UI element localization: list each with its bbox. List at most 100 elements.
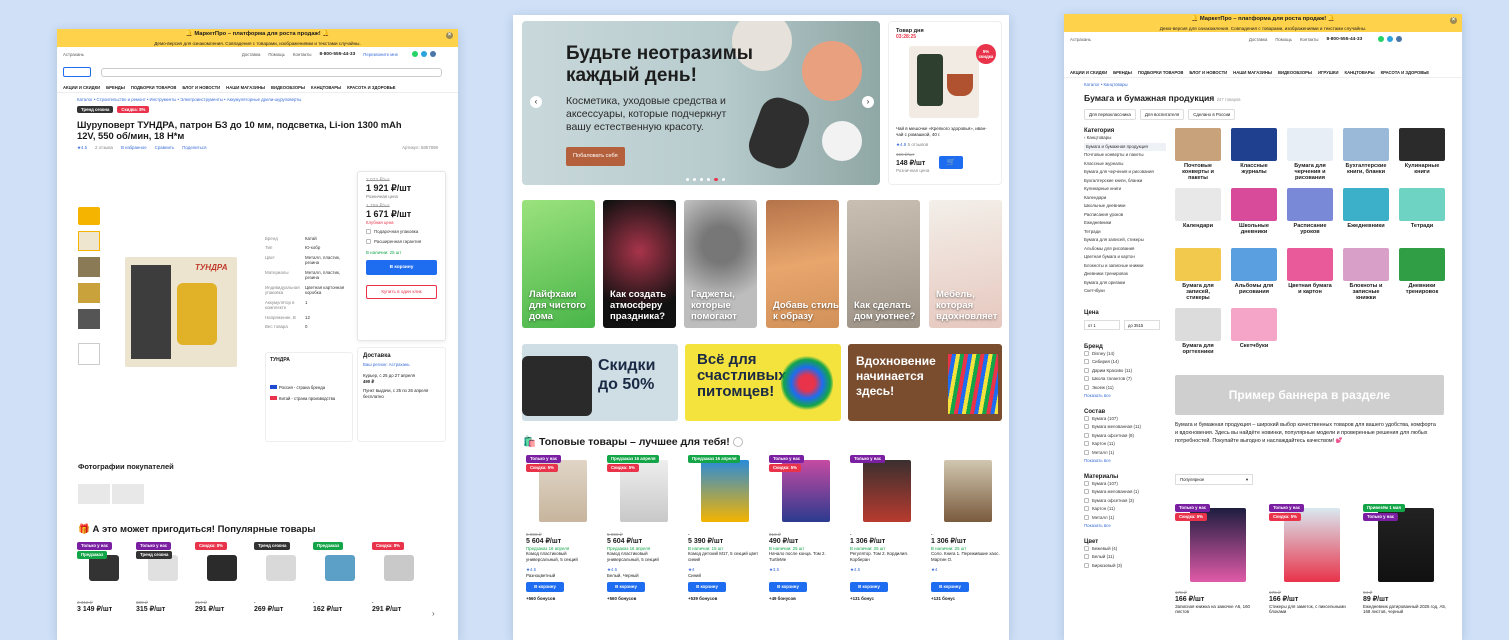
product-card[interactable]: 1 306 ₽/шт В наличии: 25 шт Соло. Книга 1.…	[931, 455, 1005, 601]
carousel-dot[interactable]	[686, 178, 689, 181]
product-card[interactable]: Только у нас 1 306 ₽/шт В наличии: 25 шт Р…	[850, 455, 924, 601]
telegram-icon[interactable]	[421, 51, 428, 57]
delivery-region[interactable]: Ваш регион: Астрахань	[363, 362, 440, 368]
sidebar-item[interactable]: Бумага для черчения и рисования	[1084, 168, 1166, 177]
checkbox[interactable]	[1084, 489, 1089, 495]
deal-product-name[interactable]: Чай в мешочке «Крепкого здоровья», иван-…	[896, 126, 992, 137]
close-icon[interactable]: ×	[446, 32, 453, 39]
category-tile[interactable]: Тетради	[1399, 188, 1445, 229]
product-card[interactable]: Предзаказ 162 ₽/шт	[313, 542, 367, 614]
chevron-right-icon[interactable]: ›	[432, 609, 435, 618]
product-name[interactable]: Соло. Книга 1. Пережившие хаос. Мартин О…	[931, 551, 1005, 567]
nav-item[interactable]: КАНЦТОВАРЫ	[311, 85, 341, 90]
sidebar-item[interactable]: Цветная бумага и картон	[1084, 253, 1166, 262]
category-tile[interactable]: Цветная бумага и картон	[1287, 248, 1333, 295]
checkbox[interactable]	[1084, 480, 1089, 486]
filter-option[interactable]: Металл (1)	[1084, 449, 1166, 458]
header-link[interactable]: Доставка	[1249, 37, 1267, 42]
filter-option[interactable]: Бумага офсетная (3)	[1084, 497, 1166, 506]
checkbox[interactable]	[1084, 562, 1089, 568]
product-main-image[interactable]: ТУНДРА	[125, 257, 237, 367]
category-tile[interactable]: Альбомы для рисования	[1231, 248, 1277, 295]
product-name[interactable]: Регулятор. Том 2. Кордилия. Корберан	[850, 551, 924, 567]
video-thumbnail[interactable]	[78, 207, 100, 225]
product-name[interactable]: Комод пластиковый универсальный, 5 секци…	[526, 551, 600, 567]
filter-option[interactable]: Бумага мелованная (1)	[1084, 488, 1166, 497]
filter-chip[interactable]: Для воспитателя	[1139, 109, 1185, 120]
close-icon[interactable]: ×	[1450, 17, 1457, 24]
customer-photo[interactable]	[112, 484, 144, 504]
filter-option[interactable]: Бумага мелованная (11)	[1084, 423, 1166, 432]
product-name[interactable]: Комод пластиковый универсальный, 5 секци…	[607, 551, 681, 567]
blog-tile[interactable]: Как сделать дом уютнее?	[847, 200, 920, 328]
checkbox[interactable]	[1084, 415, 1089, 421]
breadcrumb[interactable]: Каталог • Канцтовары	[1064, 78, 1462, 91]
filter-option[interactable]: Дарим Красиво (11)	[1084, 367, 1166, 376]
buy-one-click-button[interactable]: Купить в один клик	[366, 285, 437, 299]
blog-tile[interactable]: Лайфхаки для чистого дома	[522, 200, 595, 328]
nav-item[interactable]: ИГРУШКИ	[1318, 70, 1339, 75]
filter-option[interactable]: Белый (11)	[1084, 553, 1166, 562]
checkbox[interactable]	[1084, 384, 1089, 390]
checkbox[interactable]	[1084, 441, 1089, 447]
price-to-input[interactable]: до 3515	[1124, 319, 1160, 330]
header-link[interactable]: Контакты	[293, 52, 312, 57]
carousel-dot[interactable]	[707, 178, 710, 181]
promo-banner-sale[interactable]: Скидки до 50%	[522, 344, 678, 421]
nav-item[interactable]: ПОДБОРКИ ТОВАРОВ	[131, 85, 177, 90]
add-to-cart-button[interactable]: В корзину	[607, 581, 645, 592]
city-selector[interactable]: Астрахань	[1070, 37, 1091, 42]
option-warranty[interactable]: Расширенная гарантия	[366, 239, 437, 245]
filter-option[interactable]: Disney (14)	[1084, 350, 1166, 359]
sidebar-item[interactable]: Тетради	[1084, 228, 1166, 237]
filter-option[interactable]: Бирюзовый (3)	[1084, 562, 1166, 571]
sidebar-item[interactable]: Бумага для оригами	[1084, 279, 1166, 288]
blog-tile[interactable]: Гаджеты, которые помогают	[684, 200, 757, 328]
filter-option[interactable]: Бежевый (4)	[1084, 545, 1166, 554]
checkbox[interactable]	[1084, 497, 1089, 503]
nav-item[interactable]: АКЦИИ И СКИДКИ	[63, 85, 100, 90]
checkbox[interactable]	[1084, 449, 1089, 455]
product-card[interactable]: Только у нас Предзаказ 3 312 ₽3 149 ₽/шт	[77, 542, 131, 614]
product-name[interactable]: Стикеры для заметок, с пиксельными блока…	[1269, 604, 1355, 615]
sidebar-item[interactable]: Ежедневники	[1084, 219, 1166, 228]
show-all-link[interactable]: Показать все	[1084, 457, 1166, 466]
checkbox[interactable]	[1084, 506, 1089, 512]
option-gift[interactable]: Подарочная упаковка	[366, 229, 437, 235]
nav-item[interactable]: КРАСОТА И ЗДОРОВЬЕ	[1381, 70, 1429, 75]
carousel-dot[interactable]	[700, 178, 703, 181]
vk-icon[interactable]	[1396, 36, 1403, 42]
checkbox[interactable]	[1084, 367, 1089, 373]
promo-banner-art[interactable]: Вдохновение начинается здесь!	[848, 344, 1002, 421]
sidebar-back-link[interactable]: ‹ Канцтовары	[1084, 134, 1166, 143]
product-card[interactable]: Только у нас Скидка: 5% 175 ₽166 ₽/шт Запис…	[1175, 504, 1261, 615]
sidebar-item[interactable]: Альбомы для рисования	[1084, 245, 1166, 254]
filter-option[interactable]: Экоеж (11)	[1084, 384, 1166, 393]
category-tile[interactable]: Почтовые конверты и пакеты	[1175, 128, 1221, 181]
sidebar-item[interactable]: Бухгалтерские книги, бланки	[1084, 177, 1166, 186]
add-to-cart-button[interactable]: В корзину	[688, 581, 726, 592]
product-card[interactable]: Предзаказ 16 апреля 5 390 ₽/шт В наличии:…	[688, 455, 762, 601]
product-card[interactable]: Скидка: 8% 317 ₽291 ₽/шт	[195, 542, 249, 614]
logo[interactable]	[63, 67, 91, 77]
add-to-cart-button[interactable]: В корзину	[931, 581, 969, 592]
product-card[interactable]: Привезём 1 мая Только у нас 94 ₽89 ₽/шт Еже…	[1363, 504, 1449, 615]
product-card[interactable]: Предзаказ 16 апреля Скидка: 5% 5 899 ₽5 60…	[607, 455, 681, 601]
sidebar-item[interactable]: Скетчбуки	[1084, 287, 1166, 296]
whatsapp-icon[interactable]	[412, 51, 419, 57]
nav-item[interactable]: ПОДБОРКИ ТОВАРОВ	[1138, 70, 1184, 75]
checkbox[interactable]	[1084, 514, 1089, 520]
category-tile[interactable]: Кулинарные книги	[1399, 128, 1445, 175]
header-link[interactable]: Доставка	[242, 52, 260, 57]
product-card[interactable]: Только у нас Тренд сезона 339 ₽315 ₽/шт	[136, 542, 190, 614]
category-tile[interactable]: Бухгалтерские книги, бланки	[1343, 128, 1389, 175]
category-tile[interactable]: Бумага для оргтехники	[1175, 308, 1221, 355]
sidebar-item[interactable]: Календари	[1084, 194, 1166, 203]
category-tile[interactable]: Школьные дневники	[1231, 188, 1277, 235]
deal-of-day[interactable]: Товар дня 03:28:25 5% скидка Чай в мешоч…	[888, 21, 1002, 185]
nav-item[interactable]: КРАСОТА И ЗДОРОВЬЕ	[347, 85, 395, 90]
add-to-cart-button[interactable]: В корзину	[769, 581, 807, 592]
category-tile[interactable]: Расписание уроков	[1287, 188, 1333, 235]
brand-name[interactable]: ТУНДРА	[270, 357, 348, 363]
category-tile[interactable]: Скетчбуки	[1231, 308, 1277, 349]
